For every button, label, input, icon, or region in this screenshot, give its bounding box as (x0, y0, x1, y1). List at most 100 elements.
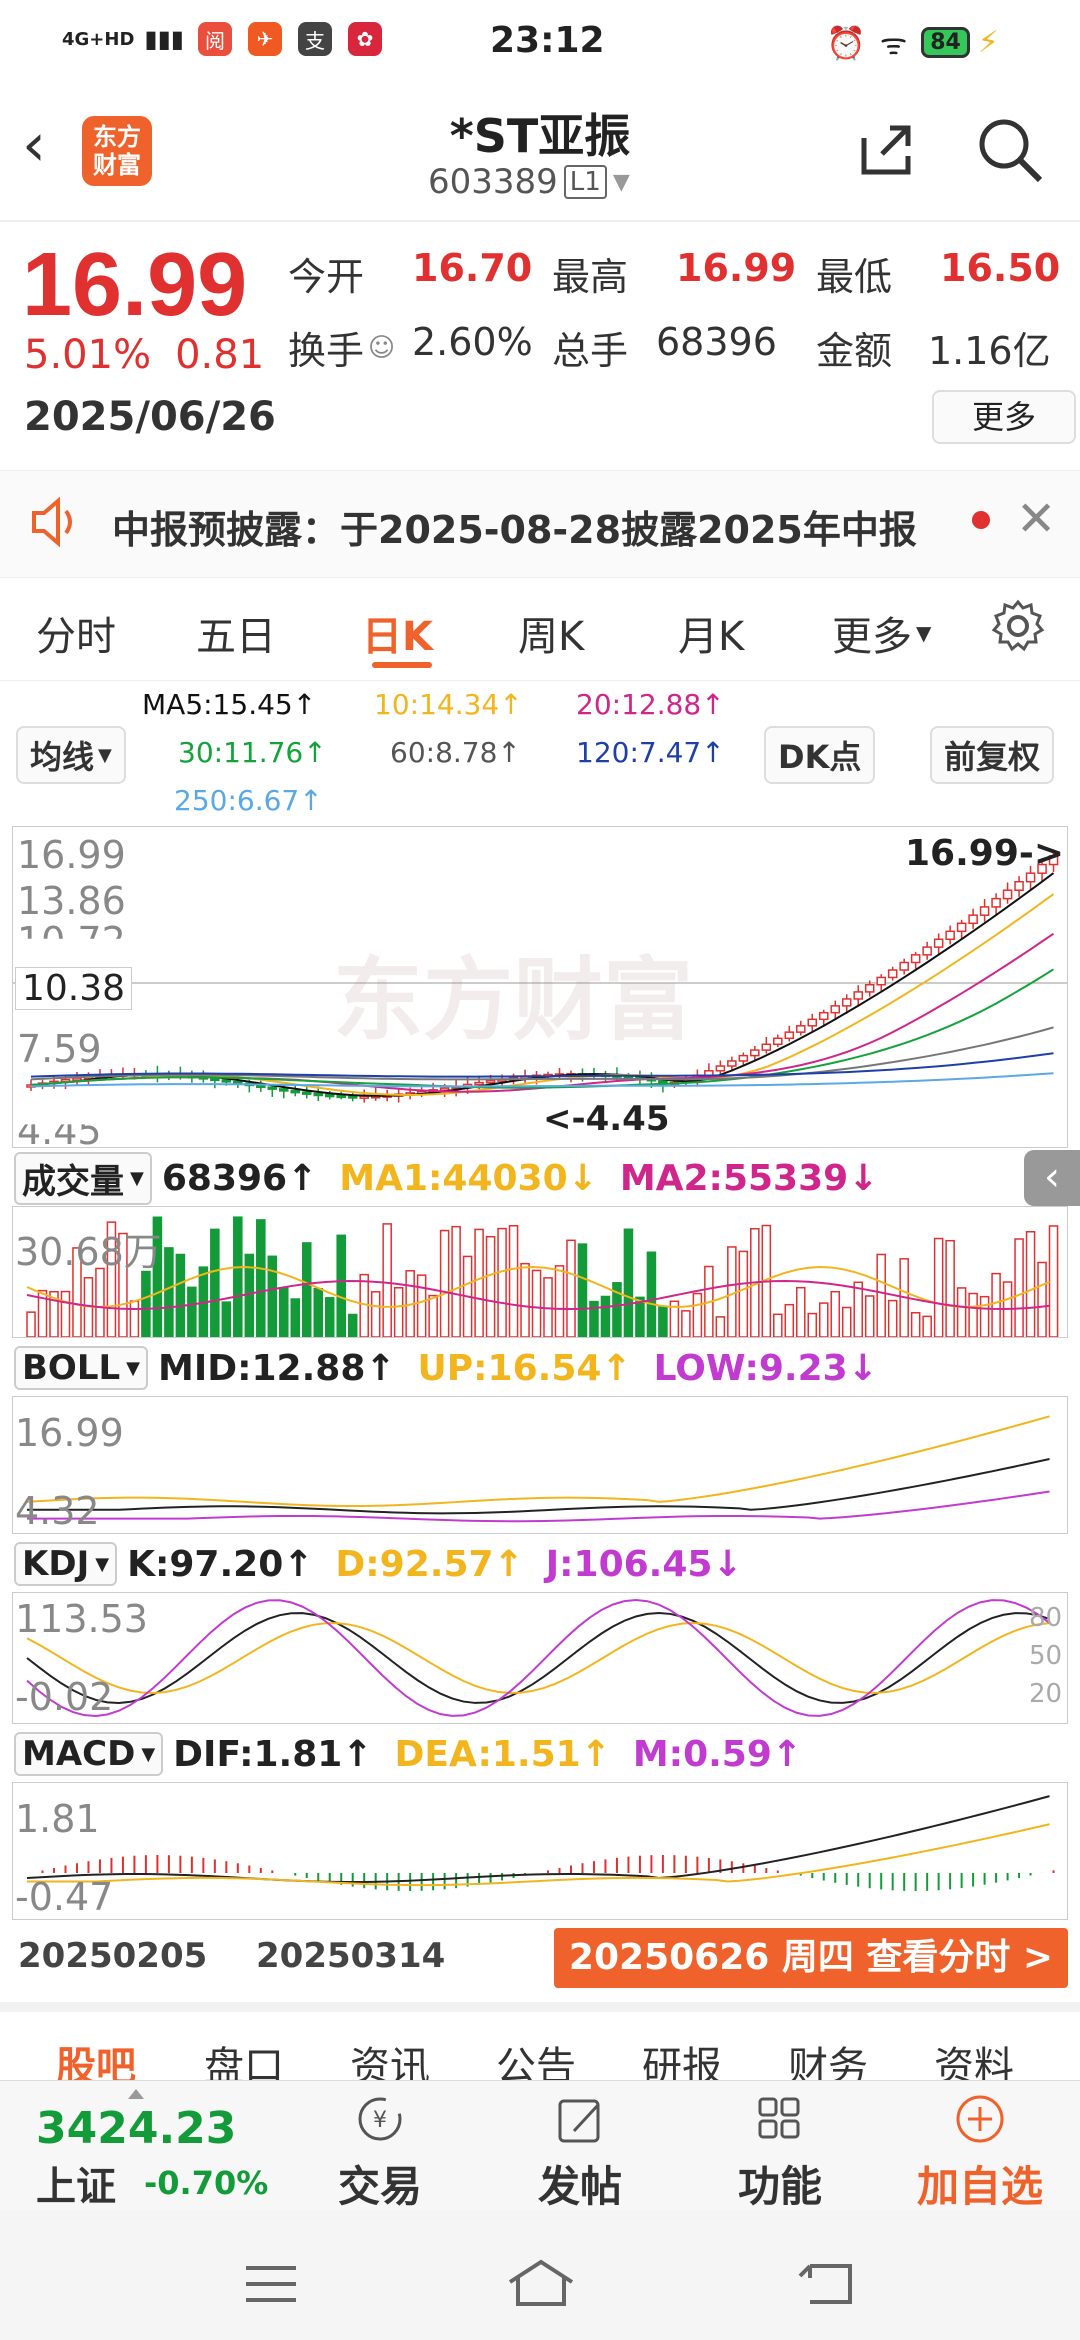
view-intraday-button[interactable]: 20250626 周四 查看分时 > (554, 1928, 1068, 1988)
speaker-icon (28, 495, 82, 553)
candle-body (1002, 889, 1013, 900)
notice-bar[interactable]: 中报预披露：于2025-08-28披露2025年中报 ✕ (0, 470, 1080, 578)
kdj-y-min: -0.02 (15, 1675, 114, 1719)
ma120-line (30, 1052, 1054, 1078)
volume-bar (658, 1306, 668, 1337)
boll-chart[interactable]: 16.99 4.32 (12, 1396, 1068, 1534)
back-icon[interactable]: ‹ (22, 110, 46, 180)
volume-bar (347, 1313, 358, 1337)
kdj-k: K:97.20↑ (127, 1543, 314, 1585)
candlestick-area[interactable] (13, 827, 1067, 1147)
volume-indicator-button[interactable]: 成交量 ▼ (14, 1151, 152, 1205)
volume-bar (439, 1229, 450, 1337)
plus-circle-icon (956, 2095, 1004, 2143)
search-icon[interactable] (974, 114, 1046, 190)
volume-chart[interactable]: 30.68万 (12, 1206, 1068, 1338)
system-nav-bar (0, 2210, 1080, 2340)
volume-bar (646, 1251, 657, 1337)
x-axis-mid: 20250314 (256, 1936, 446, 1976)
kdj-ref-80: 80 (1029, 1603, 1063, 1633)
info-icon[interactable]: ☺ (368, 333, 395, 363)
signal-icon: ▮▮▮ (144, 25, 185, 53)
macd-lines[interactable] (13, 1783, 1067, 1919)
settings-icon[interactable] (990, 598, 1046, 658)
main-kline-chart[interactable]: 东方财富 16.99 13.86 10.72 7.59 4.45 10.38 1… (12, 826, 1068, 1153)
menu-icon[interactable] (244, 2264, 298, 2308)
volume-bar (933, 1237, 944, 1337)
battery-icon: 84 (921, 27, 970, 58)
volume-bar (956, 1287, 967, 1337)
volume-bars[interactable] (13, 1207, 1067, 1337)
candle-body (910, 954, 921, 964)
adjust-button[interactable]: 前复权 (930, 726, 1055, 784)
macd-dif: DIF:1.81↑ (173, 1733, 373, 1775)
ma10-line (30, 893, 1055, 1097)
candle-body (853, 991, 863, 1000)
ma-button[interactable]: 均线 ▼ (16, 726, 126, 784)
candle-body (1025, 872, 1036, 883)
volume-bar (95, 1267, 105, 1337)
tab-five-day[interactable]: 五日 (196, 604, 276, 662)
notification-apps: 阅 ✈ 支 ✿ (198, 22, 398, 56)
volume-bar (623, 1228, 634, 1337)
caret-down-icon: ▼ (95, 1553, 110, 1575)
tab-daily-k[interactable]: 日K (362, 604, 433, 662)
macd-chart[interactable]: 1.81 -0.47 (12, 1782, 1068, 1920)
volume-ma1: MA1:44030↓ (339, 1157, 598, 1199)
level-badge[interactable]: L1 (563, 165, 607, 199)
volume-header: 成交量 ▼ 68396↑ MA1:44030↓ MA2:55339↓ (14, 1150, 878, 1206)
kdj-chart[interactable]: 113.53 -0.02 80 50 20 (12, 1592, 1068, 1724)
kdj-indicator-button[interactable]: KDJ ▼ (14, 1542, 118, 1586)
caret-down-icon: ▼ (98, 744, 112, 766)
volume-bar (796, 1286, 806, 1337)
index-ticker[interactable]: 3424.23 上证 -0.70% (36, 2103, 268, 2212)
volume-bar (256, 1219, 266, 1337)
volume-bar (830, 1290, 841, 1337)
macd-dea-line (27, 1823, 1050, 1887)
volume-bar (979, 1295, 990, 1337)
collapse-icon[interactable]: ‹ (1024, 1150, 1080, 1206)
tab-more[interactable]: 更多 ▼ (832, 604, 931, 662)
candle-body (210, 1077, 220, 1082)
volume-bar (773, 1313, 783, 1337)
home-icon[interactable] (506, 2258, 576, 2312)
caret-down-icon: ▼ (141, 1743, 156, 1765)
share-icon[interactable] (854, 118, 918, 186)
candle-body (715, 1065, 726, 1072)
function-button[interactable]: 功能 (730, 2093, 830, 2214)
expand-up-icon[interactable] (128, 2089, 144, 2099)
tab-monthly-k[interactable]: 月K (678, 604, 744, 662)
candle-body (474, 1081, 484, 1086)
caret-down-icon: ▼ (126, 1357, 140, 1379)
candle-body (979, 906, 990, 916)
macd-indicator-button[interactable]: MACD ▼ (14, 1732, 164, 1776)
candle-body (324, 1093, 335, 1098)
close-icon[interactable]: ✕ (1016, 491, 1056, 547)
candle-body (773, 1037, 783, 1046)
boll-lines[interactable] (13, 1397, 1067, 1533)
candle-body (290, 1089, 301, 1094)
add-watchlist-button[interactable]: 加自选 (910, 2093, 1050, 2214)
app-2-icon: ✈ (248, 22, 283, 56)
trade-button[interactable]: ¥ 交易 (330, 2093, 430, 2214)
kline-tabs: 分时 五日 日K 周K 月K 更多 ▼ (0, 580, 1080, 681)
back-nav-icon[interactable] (796, 2258, 856, 2312)
index-value: 3424.23 (36, 2103, 237, 2154)
macd-header: MACD ▼ DIF:1.81↑ DEA:1.51↑ M:0.59↑ (14, 1726, 802, 1782)
post-button[interactable]: 发帖 (530, 2093, 630, 2214)
turnover-value: 2.60% (412, 320, 533, 364)
dk-point-button[interactable]: DK点 (764, 726, 876, 784)
candle-body (933, 938, 944, 948)
volume-bar (681, 1310, 691, 1337)
volume-bar (221, 1301, 232, 1337)
chevron-down-icon[interactable]: ▼ (613, 170, 630, 195)
boll-indicator-button[interactable]: BOLL ▼ (14, 1346, 148, 1390)
more-button[interactable]: 更多 (932, 390, 1076, 444)
kdj-lines[interactable] (13, 1593, 1067, 1723)
caret-down-icon: ▼ (916, 621, 932, 645)
volume-bar (945, 1239, 955, 1337)
tab-weekly-k[interactable]: 周K (518, 604, 584, 662)
tab-intraday[interactable]: 分时 (36, 604, 116, 662)
volume-bar (922, 1315, 932, 1337)
ma10-value: 10:14.34↑ (374, 688, 523, 721)
